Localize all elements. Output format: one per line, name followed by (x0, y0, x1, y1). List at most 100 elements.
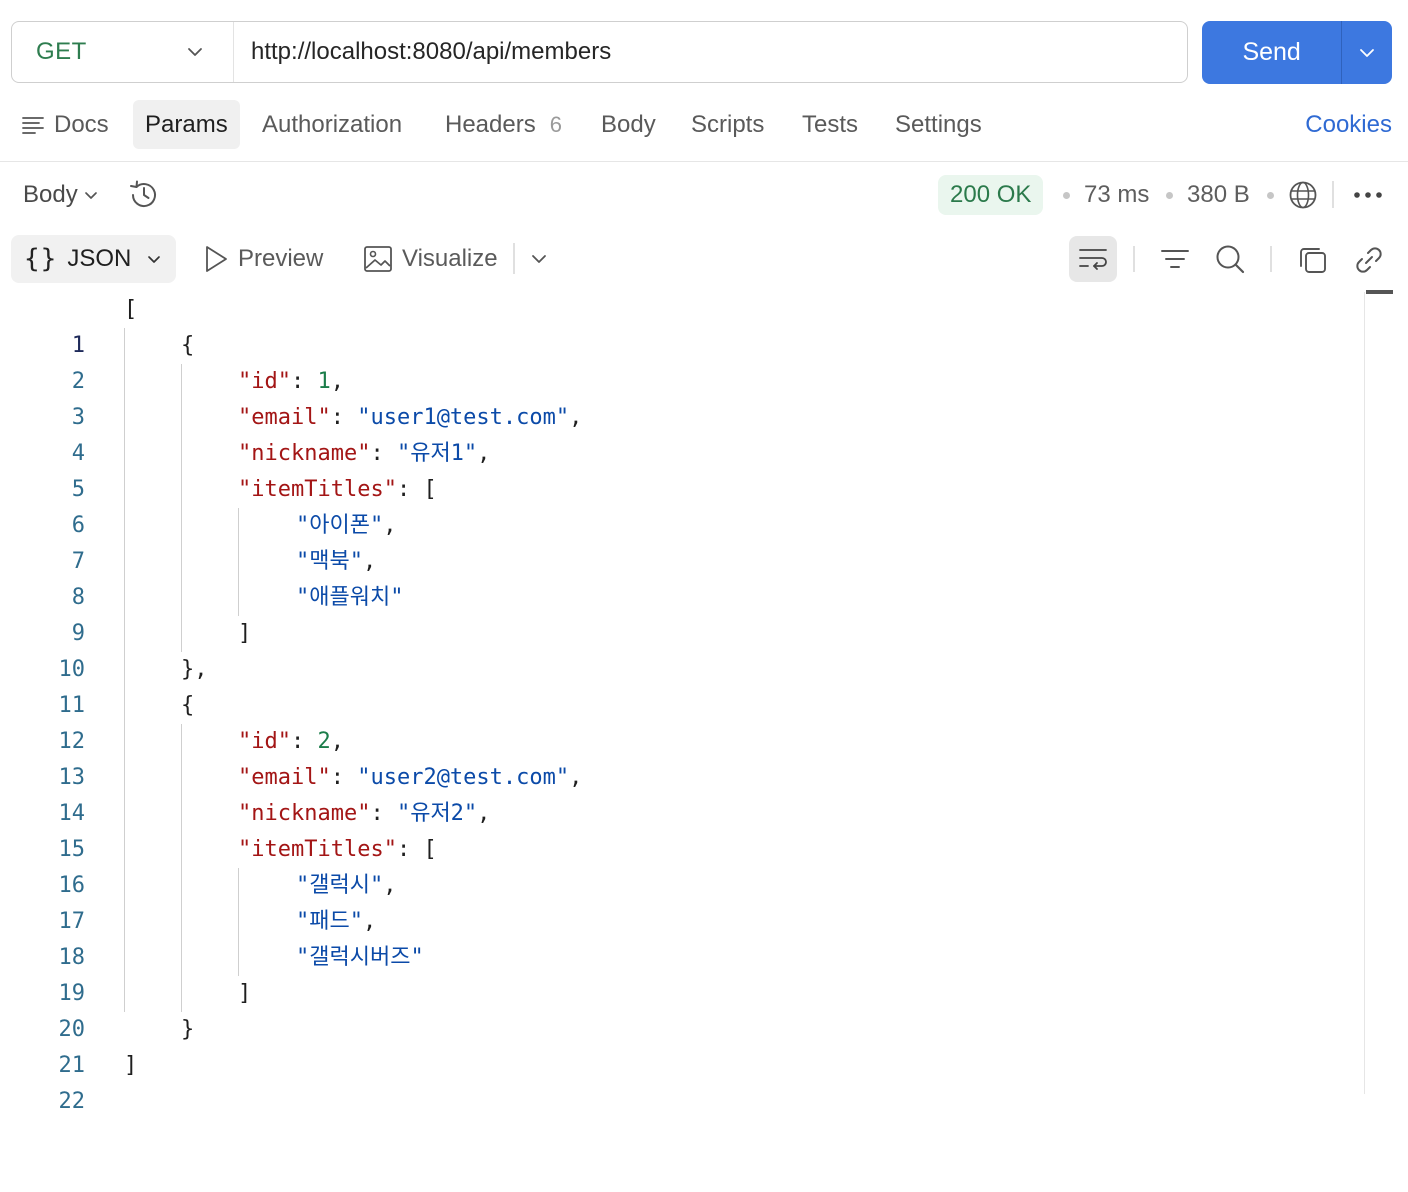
method-select[interactable]: GET (12, 22, 234, 82)
tab-body-label: Body (601, 110, 656, 138)
json-code-view[interactable]: 1 [ 2 { 3 "id": 1, 4 "email": "user1@tes… (0, 292, 1360, 1114)
send-button[interactable]: Send (1202, 21, 1341, 84)
code-line: 18 "패드", (0, 904, 1360, 970)
share-link-button[interactable] (1352, 243, 1386, 277)
code-line: 14 "email": "user2@test.com", (0, 760, 1360, 826)
chevron-down-icon (187, 47, 203, 57)
tab-settings-label: Settings (895, 110, 982, 138)
json-key: "id" (238, 369, 291, 394)
tabs-divider (0, 161, 1408, 162)
code-line: 10 ] (0, 616, 1360, 682)
visualize-label: Visualize (402, 245, 498, 272)
image-icon (363, 245, 393, 273)
chevron-down-icon (84, 191, 98, 200)
chevron-down-icon (147, 255, 161, 264)
code-line: 5 "nickname": "유저1", (0, 436, 1360, 502)
json-key: "nickname" (238, 441, 371, 466)
wrap-lines-icon (1078, 246, 1108, 272)
view-more-dropdown[interactable] (528, 250, 550, 268)
json-key: "itemTitles" (238, 477, 397, 502)
toolbar-separator (513, 243, 515, 274)
send-options-button[interactable] (1341, 21, 1392, 84)
cookies-link[interactable]: Cookies (1305, 100, 1392, 149)
toolbar-separator (1332, 181, 1334, 208)
code-line: 2 { (0, 328, 1360, 394)
json-string-value: "맥북" (296, 549, 363, 574)
toolbar-separator (1133, 246, 1135, 272)
json-string-value: "user1@test.com" (357, 405, 570, 430)
code-line: 17 "갤럭시", (0, 868, 1360, 934)
json-string-value: "패드" (296, 909, 363, 934)
braces-icon: {} (24, 244, 58, 274)
tab-scripts[interactable]: Scripts (691, 100, 764, 149)
code-line: 3 "id": 1, (0, 364, 1360, 430)
tab-headers-label: Headers (445, 110, 536, 138)
json-key: "email" (238, 765, 331, 790)
meta-separator-dot (1063, 192, 1070, 199)
tab-params[interactable]: Params (133, 100, 240, 149)
more-options-icon[interactable] (1352, 186, 1384, 204)
play-icon (203, 244, 229, 274)
json-number-value: 1 (317, 369, 331, 394)
copy-button[interactable] (1296, 243, 1330, 277)
meta-separator-dot (1267, 192, 1274, 199)
search-button[interactable] (1213, 242, 1247, 276)
tab-docs[interactable]: Docs (22, 100, 109, 149)
globe-icon[interactable] (1288, 180, 1318, 210)
response-section-label: Body (23, 181, 78, 208)
code-line: 11 }, (0, 652, 1360, 718)
docs-icon (22, 115, 44, 135)
tab-authorization-label: Authorization (262, 110, 403, 138)
toolbar-separator (1270, 246, 1272, 272)
search-icon (1214, 243, 1246, 275)
tab-docs-label: Docs (54, 110, 109, 138)
code-line: 4 "email": "user1@test.com", (0, 400, 1360, 466)
tab-body[interactable]: Body (601, 100, 656, 149)
filter-button[interactable] (1158, 244, 1192, 274)
scrollbar-track[interactable] (1364, 292, 1365, 1094)
view-mode-select[interactable]: {} JSON (11, 235, 176, 283)
status-badge: 200 OK (938, 175, 1044, 215)
code-line: 7 "아이폰", (0, 508, 1360, 574)
link-icon (1353, 244, 1385, 276)
tab-scripts-label: Scripts (691, 110, 765, 138)
wrap-lines-button[interactable] (1069, 236, 1117, 282)
brace-open: { (181, 333, 195, 358)
code-line: 22 ] (0, 1048, 1360, 1114)
chevron-down-icon (1359, 48, 1375, 58)
request-url-bar: GET http://localhost:8080/api/members (11, 21, 1188, 83)
code-line: 1 [ (0, 292, 1360, 358)
tab-authorization[interactable]: Authorization (262, 100, 402, 149)
json-string-value: "user2@test.com" (357, 765, 570, 790)
method-label: GET (36, 38, 87, 65)
json-key: "email" (238, 405, 331, 430)
scrollbar-thumb[interactable] (1366, 290, 1393, 294)
json-string-value: "갤럭시" (296, 873, 384, 898)
view-mode-label: JSON (67, 245, 132, 272)
url-input[interactable]: http://localhost:8080/api/members (234, 38, 611, 66)
chevron-down-icon (531, 254, 547, 264)
json-string-value: "갤럭시버즈" (296, 945, 424, 970)
code-line: 15 "nickname": "유저2", (0, 796, 1360, 862)
json-number-value: 2 (317, 729, 331, 754)
code-line: 19 "갤럭시버즈" (0, 940, 1360, 1006)
json-string-value: "유저1" (396, 441, 478, 466)
code-line: 6 "itemTitles": [ (0, 472, 1360, 538)
request-tabs: Docs Params Authorization Headers 6 Body… (0, 100, 1408, 150)
history-icon[interactable] (127, 178, 161, 212)
json-string-value: "애플워치" (296, 585, 404, 610)
response-section-select[interactable]: Body (23, 176, 98, 214)
code-line: 8 "맥북", (0, 544, 1360, 610)
preview-button[interactable]: Preview (203, 240, 323, 278)
filter-icon (1160, 247, 1190, 271)
code-line: 20 ] (0, 976, 1360, 1042)
json-string-value: "유저2" (396, 801, 478, 826)
meta-separator-dot (1166, 192, 1173, 199)
json-key: "nickname" (238, 801, 371, 826)
tab-tests[interactable]: Tests (802, 100, 858, 149)
response-size: 380 B (1187, 181, 1250, 208)
code-line: 13 "id": 2, (0, 724, 1360, 790)
tab-settings[interactable]: Settings (895, 100, 982, 149)
visualize-button[interactable]: Visualize (363, 240, 498, 278)
tab-headers[interactable]: Headers 6 (445, 100, 562, 149)
